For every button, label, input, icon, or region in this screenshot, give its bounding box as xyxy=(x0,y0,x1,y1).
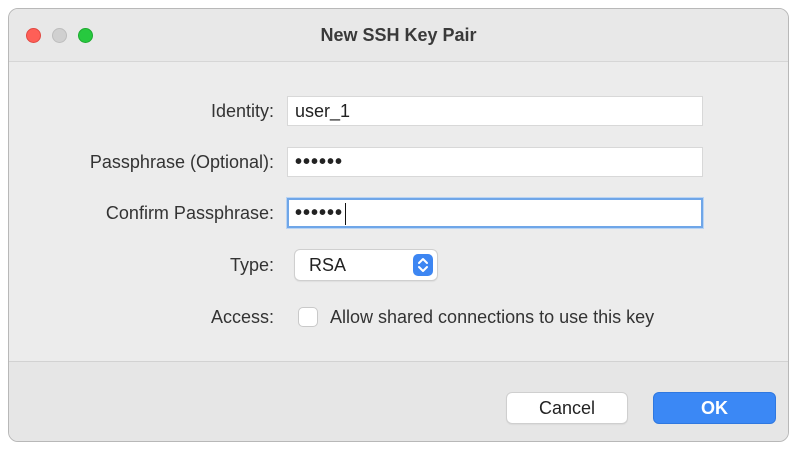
passphrase-label: Passphrase (Optional): xyxy=(89,152,274,172)
allow-shared-connections-checkbox[interactable] xyxy=(298,307,318,327)
confirm-passphrase-field[interactable]: •••••• xyxy=(287,198,703,228)
chevron-up-down-icon xyxy=(413,254,433,276)
identity-label: Identity: xyxy=(210,101,274,121)
confirm-passphrase-row: Confirm Passphrase: •••••• xyxy=(9,196,788,230)
type-label: Type: xyxy=(229,255,274,275)
allow-shared-connections-label[interactable]: Allow shared connections to use this key xyxy=(330,300,654,334)
ok-button[interactable]: OK xyxy=(653,392,776,424)
title-bar: New SSH Key Pair xyxy=(9,9,788,62)
passphrase-row: Passphrase (Optional): •••••• xyxy=(9,145,788,179)
confirm-passphrase-label: Confirm Passphrase: xyxy=(105,203,274,223)
dialog-window: New SSH Key Pair Identity: user_1 Passph… xyxy=(8,8,789,442)
button-bar: Cancel OK xyxy=(9,361,788,441)
type-select-value: RSA xyxy=(309,255,347,275)
confirm-passphrase-value: •••••• xyxy=(295,202,344,224)
access-label: Access: xyxy=(210,307,274,327)
identity-row: Identity: user_1 xyxy=(9,94,788,128)
window-title: New SSH Key Pair xyxy=(320,25,477,45)
cancel-button[interactable]: Cancel xyxy=(506,392,628,424)
form: Identity: user_1 Passphrase (Optional): … xyxy=(9,62,788,362)
type-row: Type: RSA xyxy=(9,248,788,282)
access-row: Access: Allow shared connections to use … xyxy=(9,300,788,334)
text-caret xyxy=(345,202,347,225)
passphrase-field[interactable]: •••••• xyxy=(287,147,703,177)
identity-field[interactable]: user_1 xyxy=(287,96,703,126)
type-select[interactable]: RSA xyxy=(294,249,438,281)
